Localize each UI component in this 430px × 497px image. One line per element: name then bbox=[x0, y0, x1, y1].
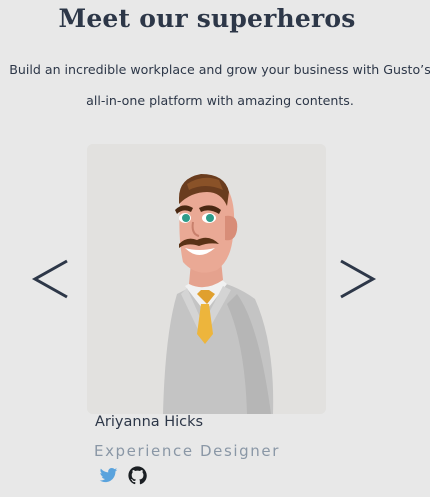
member-name: Ariyanna Hicks bbox=[95, 414, 204, 430]
team-section: Meet our superheros Build an incredible … bbox=[0, 0, 430, 497]
chevron-left-icon bbox=[31, 259, 68, 299]
avatar bbox=[87, 144, 326, 414]
team-member-card[interactable] bbox=[87, 144, 326, 414]
social-links bbox=[99, 466, 147, 485]
member-role: Experience Designer bbox=[94, 442, 281, 460]
chevron-right-icon bbox=[340, 259, 377, 299]
carousel-prev-button[interactable] bbox=[30, 255, 74, 303]
section-subtitle: Build an incredible workplace and grow y… bbox=[9, 62, 430, 108]
twitter-icon[interactable] bbox=[99, 466, 118, 485]
github-icon[interactable] bbox=[128, 466, 147, 485]
section-title: Meet our superheros bbox=[58, 4, 356, 33]
carousel-next-button[interactable] bbox=[336, 255, 380, 303]
